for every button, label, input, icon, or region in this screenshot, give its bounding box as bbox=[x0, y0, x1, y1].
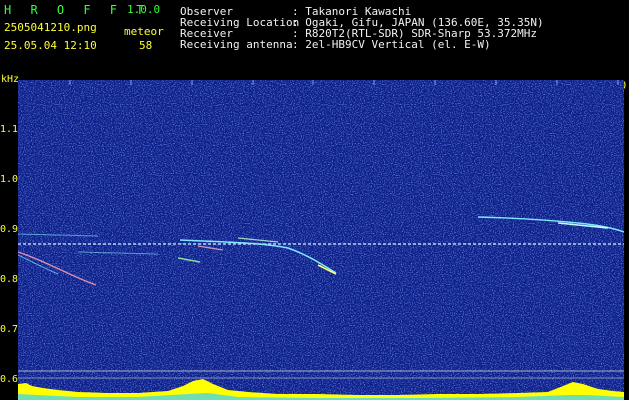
app-version: 1.0.0 bbox=[127, 3, 161, 16]
meteor-count: 58 bbox=[139, 39, 153, 52]
freq-tick-label: 0.6 bbox=[0, 374, 19, 385]
file-name: 2505041210.png bbox=[4, 21, 97, 34]
spectrogram-noise bbox=[18, 80, 624, 400]
freq-tick-label: 0.9 bbox=[0, 224, 19, 235]
hroft-window: H R O F F T 1.0.0 2505041210.png meteor … bbox=[0, 0, 629, 400]
spectrogram-plot bbox=[18, 80, 624, 400]
freq-tick-label: 1.1 bbox=[0, 124, 19, 135]
freq-tick-label: 0.7 bbox=[0, 324, 19, 335]
antenna-label: Receiving antenna bbox=[180, 38, 293, 51]
date-time: 25.05.04 12:10 bbox=[4, 39, 97, 52]
frequency-unit-label: kHz bbox=[1, 74, 20, 85]
mode-label: meteor bbox=[124, 25, 164, 38]
antenna-value: : 2el-HB9CV Vertical (el. E-W) bbox=[292, 38, 491, 51]
freq-tick-label: 0.8 bbox=[0, 274, 19, 285]
freq-tick-label: 1.0 bbox=[0, 174, 19, 185]
